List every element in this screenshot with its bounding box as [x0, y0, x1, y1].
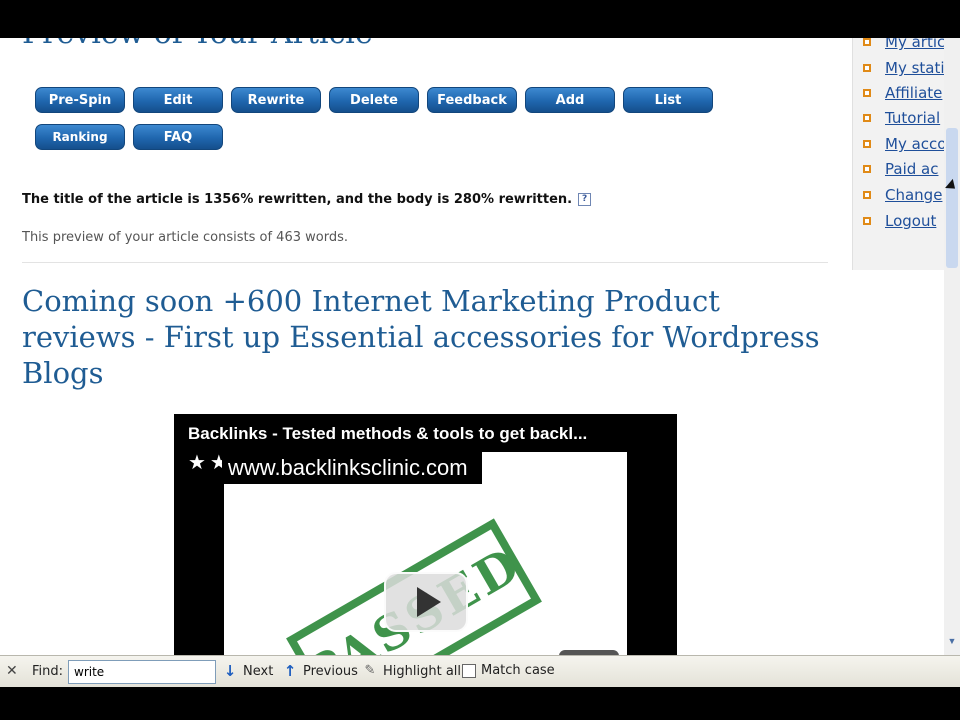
sidebar-item-affiliate[interactable]: Affiliate	[863, 83, 942, 103]
sidebar-item-my-account[interactable]: My acco	[863, 134, 944, 154]
sidebar-link[interactable]: My stati	[885, 59, 944, 77]
scrollbar-thumb[interactable]	[946, 128, 958, 268]
bullet-icon	[863, 64, 871, 72]
bullet-icon	[863, 217, 871, 225]
browser-viewport: Preview of Your Article Pre-Spin Edit Re…	[0, 38, 960, 655]
sidebar-link[interactable]: Affiliate	[885, 84, 942, 102]
sidebar-item-my-statistics[interactable]: My stati	[863, 58, 944, 78]
ranking-button[interactable]: Ranking	[35, 124, 125, 150]
divider	[22, 262, 828, 263]
add-button[interactable]: Add	[525, 87, 615, 113]
find-label: Find:	[32, 664, 64, 679]
sidebar-link[interactable]: Change	[885, 186, 942, 204]
rewrite-percentage-text: The title of the article is 1356% rewrit…	[22, 192, 592, 207]
sidebar-link[interactable]: Paid ac	[885, 160, 938, 178]
sidebar-link[interactable]: My acco	[885, 135, 944, 153]
word-count-text: This preview of your article consists of…	[22, 230, 348, 245]
find-previous-label: Previous	[303, 663, 358, 679]
feedback-button[interactable]: Feedback	[427, 87, 517, 113]
rewrite-button[interactable]: Rewrite	[231, 87, 321, 113]
bullet-icon	[863, 89, 871, 97]
find-next-button[interactable]: ↓ Next	[222, 662, 274, 680]
main-content: Preview of Your Article Pre-Spin Edit Re…	[0, 38, 850, 655]
find-previous-button[interactable]: ↑ Previous	[282, 663, 358, 679]
sidebar-link[interactable]: My articl	[885, 38, 944, 51]
sidebar-link[interactable]: Tutorial	[885, 109, 940, 127]
sidebar-item-logout[interactable]: Logout	[863, 211, 936, 231]
bullet-icon	[863, 38, 871, 46]
edit-button[interactable]: Edit	[133, 87, 223, 113]
vertical-scrollbar[interactable]: ▼	[944, 38, 960, 655]
close-icon[interactable]: ✕	[6, 663, 18, 679]
list-button[interactable]: List	[623, 87, 713, 113]
match-case-label: Match case	[481, 663, 555, 678]
rewrite-percentage-label: The title of the article is 1356% rewrit…	[22, 192, 573, 207]
faq-button[interactable]: FAQ	[133, 124, 223, 150]
account-sidebar: My articl My stati Affiliate Tutorial My…	[852, 38, 944, 270]
sidebar-item-tutorial[interactable]: Tutorial	[863, 108, 940, 128]
sidebar-item-my-articles[interactable]: My articl	[863, 38, 944, 52]
page-title: Preview of Your Article	[22, 38, 373, 51]
play-icon	[417, 587, 441, 617]
bullet-icon	[863, 114, 871, 122]
arrow-up-icon: ↑	[283, 662, 297, 680]
play-button[interactable]	[384, 572, 468, 632]
find-input[interactable]	[68, 660, 216, 684]
highlight-all-label: Highlight all	[383, 663, 462, 679]
match-case-checkbox[interactable]: Match case	[462, 663, 555, 678]
action-buttons-row-2: Ranking FAQ	[35, 124, 223, 150]
video-url-overlay: www.backlinksclinic.com	[222, 452, 482, 484]
delete-button[interactable]: Delete	[329, 87, 419, 113]
video-title[interactable]: Backlinks - Tested methods & tools to ge…	[188, 424, 587, 444]
sidebar-item-paid-account[interactable]: Paid ac	[863, 159, 938, 179]
sidebar-item-change[interactable]: Change	[863, 185, 942, 205]
pre-spin-button[interactable]: Pre-Spin	[35, 87, 125, 113]
bullet-icon	[863, 140, 871, 148]
highlighter-icon: ✎	[364, 663, 376, 678]
help-icon[interactable]: ?	[578, 193, 592, 206]
find-next-label: Next	[243, 663, 274, 679]
checkbox-icon[interactable]	[462, 663, 476, 678]
video-embed[interactable]: PASSED Backlinks - Tested methods & tool…	[174, 414, 677, 655]
arrow-down-icon: ↓	[223, 662, 237, 680]
bullet-icon	[863, 191, 871, 199]
sidebar-link[interactable]: Logout	[885, 212, 936, 230]
bullet-icon	[863, 165, 871, 173]
find-bar: ✕ Find: ↓ Next ↑ Previous ✎ Highlight al…	[0, 655, 960, 687]
scroll-down-icon[interactable]: ▼	[946, 635, 958, 647]
action-buttons-row-1: Pre-Spin Edit Rewrite Delete Feedback Ad…	[35, 87, 713, 113]
highlight-all-button[interactable]: ✎ Highlight all	[362, 663, 461, 679]
article-title: Coming soon +600 Internet Marketing Prod…	[22, 284, 820, 390]
